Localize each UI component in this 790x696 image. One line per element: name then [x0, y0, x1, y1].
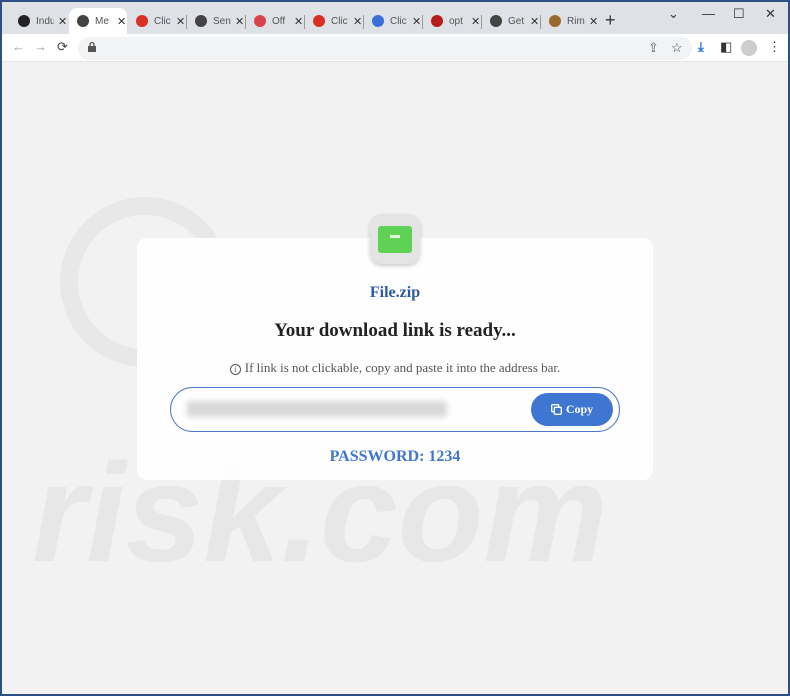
maximize-button[interactable]: ☐: [733, 6, 745, 22]
folder-icon: [378, 226, 412, 253]
tab[interactable]: Indu ✕: [10, 8, 68, 34]
tab-title: Clic: [331, 15, 348, 27]
tab-close-icon[interactable]: ✕: [176, 15, 185, 28]
browser-window: + ⌄ — ☐ ✕ Indu ✕ Me ✕ Clic ✕ Sen ✕ Off ✕ Clic ✕ Clic…: [2, 2, 788, 694]
favicon-icon: [431, 15, 443, 27]
download-card: File.zip Your download link is ready... …: [137, 238, 653, 480]
tab-divider: [540, 15, 541, 29]
tab-search-icon[interactable]: ⌄: [668, 6, 679, 22]
copy-button[interactable]: Copy: [531, 393, 613, 426]
tab[interactable]: Rim ✕: [541, 8, 599, 34]
back-button[interactable]: ←: [12, 39, 25, 54]
tab-close-icon[interactable]: ✕: [58, 15, 67, 28]
tab-title: Sen: [213, 15, 231, 27]
menu-icon[interactable]: ⋮: [768, 39, 781, 55]
page-content: risk.com File.zip Your download link is …: [2, 62, 788, 694]
close-window-button[interactable]: ✕: [765, 6, 776, 22]
tab[interactable]: Clic ✕: [305, 8, 363, 34]
bookmark-star-icon[interactable]: ☆: [671, 40, 683, 56]
tab-title: Rim: [567, 15, 585, 27]
tab-close-icon[interactable]: ✕: [235, 15, 244, 28]
tab-title: Get: [508, 15, 525, 27]
favicon-icon: [77, 15, 89, 27]
file-icon: [370, 214, 420, 264]
tab[interactable]: Clic ✕: [364, 8, 422, 34]
minimize-button[interactable]: —: [702, 6, 715, 21]
forward-button[interactable]: →: [34, 39, 47, 54]
tab-close-icon[interactable]: ✕: [117, 15, 126, 28]
tab[interactable]: Off ✕: [246, 8, 304, 34]
tab-title: Clic: [390, 15, 407, 27]
tab-divider: [186, 15, 187, 29]
favicon-icon: [136, 15, 148, 27]
hint-text: i If link is not clickable, copy and past…: [137, 360, 653, 376]
password-text: PASSWORD: 1234: [329, 448, 461, 465]
favicon-icon: [490, 15, 502, 27]
tab-divider: [481, 15, 482, 29]
blurred-link: [187, 401, 447, 417]
hint-label: If link is not clickable, copy and paste…: [244, 360, 561, 375]
tab-title: Off: [272, 15, 286, 27]
tab-divider: [245, 15, 246, 29]
download-link-field[interactable]: Copy: [170, 387, 620, 432]
favicon-icon: [313, 15, 325, 27]
tab-divider: [422, 15, 423, 29]
file-name: File.zip: [369, 284, 421, 301]
new-tab-button[interactable]: +: [605, 10, 616, 31]
tab-close-icon[interactable]: ✕: [412, 15, 421, 28]
tab-divider: [363, 15, 364, 29]
copy-label: Copy: [565, 402, 594, 416]
tab-close-icon[interactable]: ✕: [530, 15, 539, 28]
side-panel-icon[interactable]: ◧: [720, 39, 732, 55]
tab-close-icon[interactable]: ✕: [589, 15, 598, 28]
favicon-icon: [254, 15, 266, 27]
tab-close-icon[interactable]: ✕: [294, 15, 303, 28]
share-icon[interactable]: ⇪: [648, 40, 659, 56]
favicon-icon: [372, 15, 384, 27]
tab[interactable]: Clic ✕: [128, 8, 186, 34]
tab-title: Indu: [36, 15, 54, 27]
tab-title: opt: [449, 15, 463, 27]
favicon-icon: [195, 15, 207, 27]
copy-icon: [550, 404, 562, 415]
tab[interactable]: Get ✕: [482, 8, 540, 34]
reload-button[interactable]: ⟳: [57, 39, 68, 55]
tab-title: Clic: [154, 15, 171, 27]
toolbar: ← → ⟳ ⇪ ☆ ⤓ ◧ ⋮: [2, 34, 788, 62]
tab[interactable]: opt ✕: [423, 8, 481, 34]
heading: Your download link is ready...: [274, 320, 516, 341]
tab-divider: [304, 15, 305, 29]
favicon-icon: [549, 15, 561, 27]
info-icon: i: [229, 364, 241, 375]
tab-close-icon[interactable]: ✕: [471, 15, 480, 28]
profile-avatar[interactable]: [741, 40, 757, 56]
download-icon[interactable]: ⤓: [698, 39, 704, 55]
tab-bar: + ⌄ — ☐ ✕ Indu ✕ Me ✕ Clic ✕ Sen ✕ Off ✕ Clic ✕ Clic…: [2, 2, 788, 34]
tab-close-icon[interactable]: ✕: [353, 15, 362, 28]
lock-icon: [88, 42, 96, 52]
favicon-icon: [18, 15, 30, 27]
tab[interactable]: Sen ✕: [187, 8, 245, 34]
tab[interactable]: Me ✕: [69, 8, 127, 34]
address-bar[interactable]: ⇪ ☆: [78, 37, 692, 60]
tab-title: Me: [95, 15, 109, 27]
